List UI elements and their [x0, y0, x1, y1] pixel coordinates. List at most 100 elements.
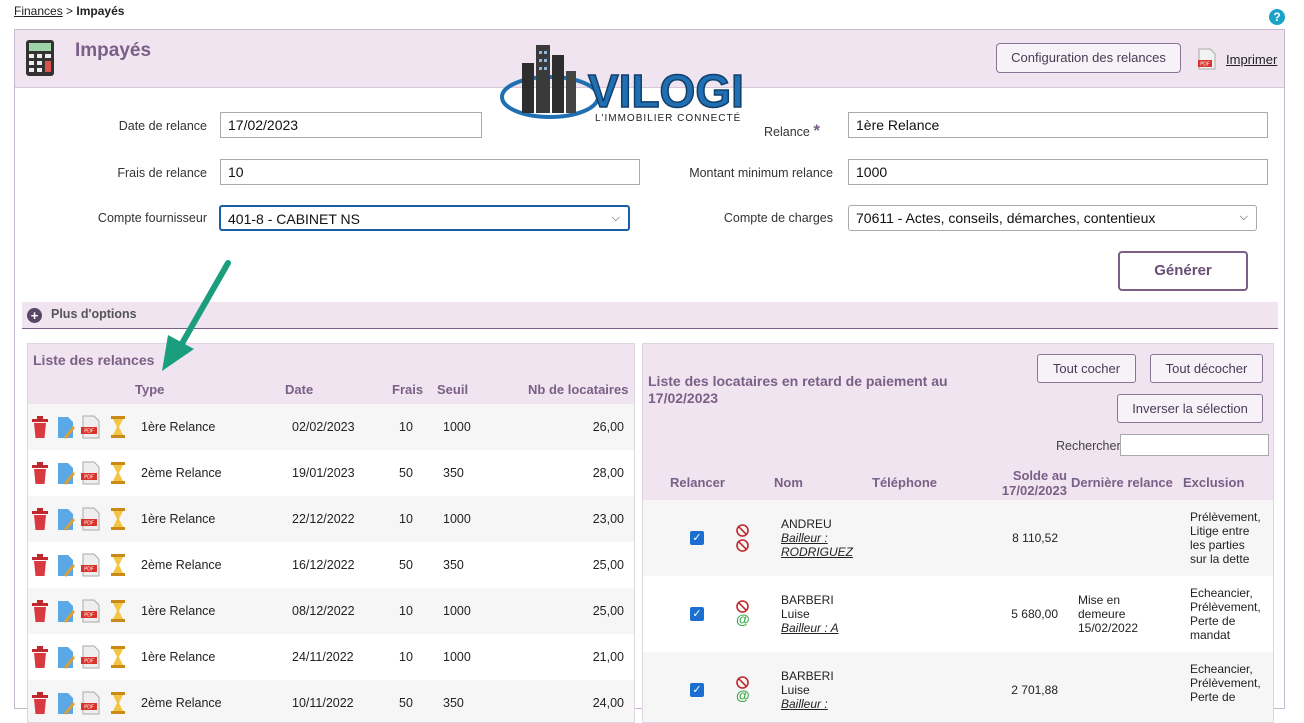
relance-row[interactable]: PDF 1ère Relance 22/12/2022 10 1000 23,00: [28, 496, 634, 542]
inverser-selection-button[interactable]: Inverser la sélection: [1117, 394, 1263, 423]
pdf-icon[interactable]: PDF: [81, 461, 101, 485]
edit-icon[interactable]: [56, 645, 76, 669]
bailleur-link[interactable]: Bailleur : A: [781, 621, 839, 635]
vilogi-logo: VILOGI L'IMMOBILIER CONNECTÉ: [500, 45, 745, 123]
edit-icon[interactable]: [56, 599, 76, 623]
relance-row[interactable]: PDF 2ème Relance 19/01/2023 50 350 28,00: [28, 450, 634, 496]
chevron-down-icon: ⌵: [611, 212, 620, 224]
trash-icon[interactable]: [30, 415, 50, 439]
locataire-nom: BARBERI Luise Bailleur : A: [781, 593, 839, 635]
hourglass-icon[interactable]: [108, 461, 128, 485]
print-link[interactable]: Imprimer: [1226, 52, 1277, 67]
hourglass-icon[interactable]: [108, 507, 128, 531]
relance-seuil: 1000: [443, 512, 471, 526]
col-solde[interactable]: Solde au 17/02/2023: [992, 468, 1067, 498]
hourglass-icon[interactable]: [108, 691, 128, 715]
relances-panel: Liste des relances Type Date Frais Seuil…: [27, 343, 635, 723]
pdf-icon[interactable]: PDF: [81, 415, 101, 439]
email-icon[interactable]: @: [736, 611, 750, 627]
edit-icon[interactable]: [56, 461, 76, 485]
hourglass-icon[interactable]: [108, 415, 128, 439]
chevron-down-icon: ⌵: [1239, 211, 1248, 223]
montant-minimum-input[interactable]: 1000: [848, 159, 1268, 185]
compte-charges-value: 70611 - Actes, conseils, démarches, cont…: [856, 210, 1156, 226]
locataire-row[interactable]: ✓ ANDREU Bailleur : RODRIGUEZ 8 110,52 Prélèv…: [643, 500, 1273, 576]
email-icon[interactable]: @: [736, 687, 750, 703]
svg-text:PDF: PDF: [1200, 62, 1210, 68]
frais-relance-input[interactable]: 10: [220, 159, 640, 185]
trash-icon[interactable]: [30, 507, 50, 531]
generer-button[interactable]: Générer: [1118, 251, 1248, 291]
col-telephone[interactable]: Téléphone: [872, 475, 937, 490]
relancer-checkbox[interactable]: ✓: [690, 531, 704, 545]
col-exclusion[interactable]: Exclusion: [1183, 475, 1244, 490]
bailleur-name[interactable]: RODRIGUEZ: [781, 545, 853, 559]
relance-seuil: 350: [443, 558, 464, 572]
locataire-solde: 2 701,88: [1011, 683, 1058, 697]
montant-minimum-label: Montant minimum relance: [689, 166, 833, 180]
help-icon[interactable]: ?: [1269, 9, 1285, 25]
relance-row[interactable]: PDF 1ère Relance 02/02/2023 10 1000 26,00: [28, 404, 634, 450]
nom-line1: BARBERI: [781, 593, 834, 607]
relance-seuil: 1000: [443, 650, 471, 664]
exclusion: Echeancier, Prélèvement, Perte de: [1190, 662, 1261, 704]
tout-cocher-button[interactable]: Tout cocher: [1037, 354, 1136, 383]
exclusion-line2: Litige entre: [1190, 524, 1250, 538]
breadcrumb-finances-link[interactable]: Finances: [14, 4, 63, 18]
rechercher-input[interactable]: [1120, 434, 1269, 456]
relance-row[interactable]: PDF 2ème Relance 16/12/2022 50 350 25,00: [28, 542, 634, 588]
svg-text:PDF: PDF: [84, 475, 94, 481]
locataires-panel: Liste des locataires en retard de paieme…: [642, 343, 1274, 723]
edit-icon[interactable]: [56, 553, 76, 577]
relancer-checkbox[interactable]: ✓: [690, 683, 704, 697]
relance-row[interactable]: PDF 1ère Relance 08/12/2022 10 1000 25,00: [28, 588, 634, 634]
relance-seuil: 350: [443, 696, 464, 710]
col-nb-locataires[interactable]: Nb de locataires: [528, 382, 628, 397]
compte-charges-select[interactable]: 70611 - Actes, conseils, démarches, cont…: [848, 205, 1257, 231]
col-type[interactable]: Type: [135, 382, 164, 397]
relance-nb-locataires: 23,00: [592, 512, 624, 526]
col-frais[interactable]: Frais: [392, 382, 423, 397]
col-relancer[interactable]: Relancer: [670, 475, 725, 490]
edit-icon[interactable]: [56, 415, 76, 439]
col-seuil[interactable]: Seuil: [437, 382, 468, 397]
nom-line1: ANDREU: [781, 517, 832, 531]
hourglass-icon[interactable]: [108, 553, 128, 577]
relance-seuil: 1000: [443, 604, 471, 618]
bailleur-link[interactable]: Bailleur :: [781, 531, 853, 545]
locataire-row[interactable]: ✓ @ BARBERI Luise Bailleur : 2 701,88 Echeanci…: [643, 652, 1273, 722]
edit-icon[interactable]: [56, 691, 76, 715]
locataire-nom: ANDREU Bailleur : RODRIGUEZ: [781, 517, 853, 559]
breadcrumb: Finances > Impayés: [14, 4, 124, 18]
trash-icon[interactable]: [30, 461, 50, 485]
hourglass-icon[interactable]: [108, 645, 128, 669]
date-relance-input[interactable]: 17/02/2023: [220, 112, 482, 138]
required-marker: *: [813, 121, 820, 140]
pdf-icon[interactable]: PDF: [81, 691, 101, 715]
pdf-icon[interactable]: PDF: [81, 645, 101, 669]
col-derniere-relance[interactable]: Dernière relance: [1071, 475, 1173, 490]
pdf-icon[interactable]: PDF: [81, 599, 101, 623]
relance-row[interactable]: PDF 1ère Relance 24/11/2022 10 1000 21,00: [28, 634, 634, 680]
bailleur-link[interactable]: Bailleur :: [781, 697, 834, 711]
pdf-icon[interactable]: PDF: [1198, 48, 1216, 70]
exclusion-line2: Prélèvement,: [1190, 676, 1261, 690]
trash-icon[interactable]: [30, 599, 50, 623]
pdf-icon[interactable]: PDF: [81, 507, 101, 531]
tout-decocher-button[interactable]: Tout décocher: [1150, 354, 1263, 383]
locataire-solde: 8 110,52: [1012, 531, 1058, 545]
relance-date: 24/11/2022: [292, 650, 354, 664]
trash-icon[interactable]: [30, 645, 50, 669]
edit-icon[interactable]: [56, 507, 76, 531]
trash-icon[interactable]: [30, 553, 50, 577]
trash-icon[interactable]: [30, 691, 50, 715]
hourglass-icon[interactable]: [108, 599, 128, 623]
col-nom[interactable]: Nom: [774, 475, 803, 490]
compte-fournisseur-select[interactable]: 401-8 - CABINET NS ⌵: [219, 205, 630, 231]
relance-input[interactable]: 1ère Relance: [848, 112, 1268, 138]
locataire-row[interactable]: ✓ @ BARBERI Luise Bailleur : A 5 680,00 Mise e…: [643, 576, 1273, 652]
config-relances-button[interactable]: Configuration des relances: [996, 43, 1181, 73]
pdf-icon[interactable]: PDF: [81, 553, 101, 577]
relancer-checkbox[interactable]: ✓: [690, 607, 704, 621]
col-date[interactable]: Date: [285, 382, 313, 397]
